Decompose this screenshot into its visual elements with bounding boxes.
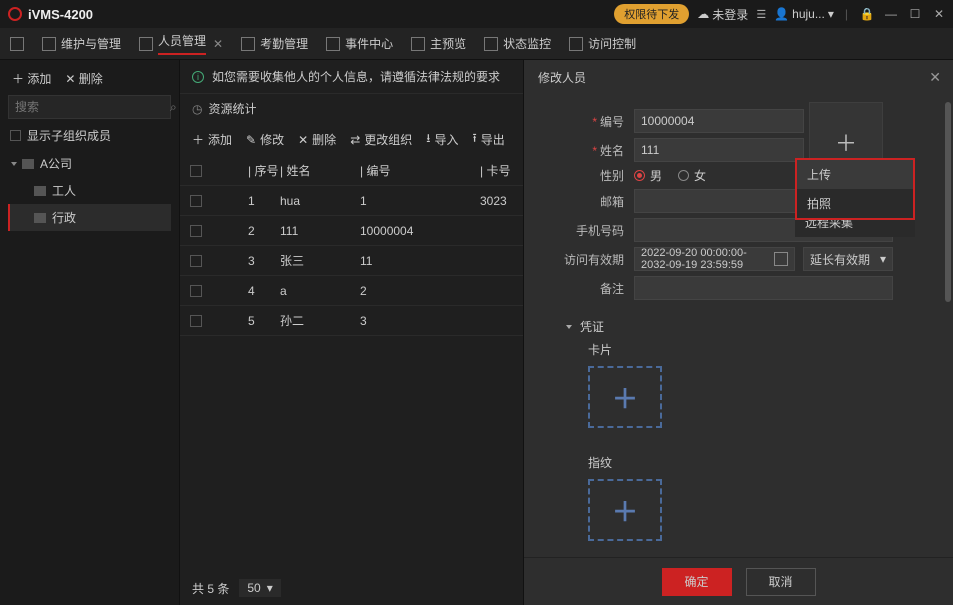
card-label: 卡片: [524, 341, 953, 358]
upload-option[interactable]: 上传: [797, 160, 913, 189]
org-search[interactable]: ⌕: [8, 95, 171, 119]
cloud-icon: ☁: [697, 7, 709, 21]
panel-scrollbar[interactable]: [945, 102, 951, 302]
capture-option[interactable]: 拍照: [797, 189, 913, 218]
field-label-remark: 备注: [524, 280, 634, 297]
menu-status-monitor[interactable]: 状态监控: [484, 35, 551, 52]
row-checkbox[interactable]: [190, 255, 202, 267]
app-title: iVMS-4200: [28, 7, 93, 22]
close-tab-icon[interactable]: ✕: [213, 37, 223, 51]
lock-icon[interactable]: 🔒: [859, 7, 875, 21]
titlebar: iVMS-4200 权限待下发 ☁未登录 ☰ 👤huju...▾ | 🔒 ― ☐…: [0, 0, 953, 28]
plus-icon: ＋: [835, 126, 857, 158]
folder-icon: [34, 186, 46, 196]
code-input[interactable]: [634, 109, 804, 133]
org-delete-button[interactable]: ✕ 删除: [65, 70, 102, 87]
gender-female-radio[interactable]: 女: [678, 167, 706, 184]
menubar: 维护与管理 人员管理✕ 考勤管理 事件中心 主预览 状态监控 访问控制: [0, 28, 953, 60]
person-add-button[interactable]: ＋ 添加: [192, 129, 232, 150]
list-icon[interactable]: ☰: [756, 8, 766, 21]
search-icon[interactable]: ⌕: [170, 100, 177, 115]
panel-close-button[interactable]: ✕: [929, 69, 941, 86]
gender-male-radio[interactable]: 男: [634, 167, 662, 184]
app-logo-icon: [8, 7, 22, 21]
calendar-icon[interactable]: [774, 252, 788, 266]
tree-child-workers[interactable]: 工人: [8, 177, 171, 204]
menu-access-control[interactable]: 访问控制: [569, 35, 636, 52]
panel-title: 修改人员: [538, 69, 586, 86]
field-label-email: 邮箱: [524, 193, 634, 210]
name-input[interactable]: [634, 138, 804, 162]
credential-section[interactable]: 凭证: [524, 318, 953, 335]
cancel-button[interactable]: 取消: [746, 568, 816, 596]
chevron-down-icon: [566, 325, 572, 329]
maximize-button[interactable]: ☐: [907, 7, 923, 21]
ok-button[interactable]: 确定: [662, 568, 732, 596]
permission-badge[interactable]: 权限待下发: [614, 4, 689, 24]
extend-validity-select[interactable]: 延长有效期▾: [803, 247, 893, 271]
field-label-gender: 性别: [524, 167, 634, 184]
left-pane: ＋ 添加 ✕ 删除 ⌕ 显示子组织成员 A公司 工人 行政: [0, 60, 180, 605]
person-delete-button[interactable]: ✕ 删除: [298, 129, 336, 150]
remark-input[interactable]: [634, 276, 893, 300]
row-checkbox[interactable]: [190, 195, 202, 207]
org-add-button[interactable]: ＋ 添加: [12, 70, 51, 87]
menu-maintenance[interactable]: 维护与管理: [42, 35, 121, 52]
add-fingerprint-button[interactable]: ＋: [588, 479, 662, 541]
field-label-name: 姓名: [524, 142, 634, 159]
page-size-select[interactable]: 50▾: [239, 579, 280, 597]
plus-icon: ＋: [612, 379, 638, 416]
person-export-button[interactable]: ⭱ 导出: [472, 129, 504, 150]
plus-icon: ＋: [612, 492, 638, 529]
folder-icon: [22, 159, 34, 169]
row-checkbox[interactable]: [190, 225, 202, 237]
edit-person-panel: 修改人员 ✕ ＋ 上传 拍照 远程采集 编号 姓名 性别 男 女 邮箱: [523, 60, 953, 605]
info-icon: i: [192, 71, 204, 83]
table-footer: 共 5 条 50▾: [192, 579, 281, 597]
minimize-button[interactable]: ―: [883, 7, 899, 21]
person-import-button[interactable]: ⭳ 导入: [426, 129, 458, 150]
add-card-button[interactable]: ＋: [588, 366, 662, 428]
show-sub-org-checkbox[interactable]: 显示子组织成员: [10, 127, 169, 144]
select-all-checkbox[interactable]: [190, 165, 202, 177]
org-search-input[interactable]: [15, 100, 170, 114]
menu-event-center[interactable]: 事件中心: [326, 35, 393, 52]
total-count: 共 5 条: [192, 580, 229, 597]
tree-child-admin[interactable]: 行政: [8, 204, 171, 231]
menu-main-preview[interactable]: 主预览: [411, 35, 466, 52]
field-label-phone: 手机号码: [524, 222, 634, 239]
user-menu[interactable]: 👤huju...▾: [774, 7, 834, 21]
field-label-code: 编号: [524, 113, 634, 130]
person-change-org-button[interactable]: ⇄ 更改组织: [350, 129, 412, 150]
menu-person-mgmt[interactable]: 人员管理✕: [139, 32, 223, 55]
user-icon: 👤: [774, 7, 789, 21]
valid-period-input[interactable]: 2022-09-20 00:00:00-2032-09-19 23:59:59: [634, 247, 795, 271]
folder-icon: [34, 213, 46, 223]
field-label-valid: 访问有效期: [524, 251, 634, 268]
menu-attendance[interactable]: 考勤管理: [241, 35, 308, 52]
tree-root[interactable]: A公司: [8, 150, 171, 177]
row-checkbox[interactable]: [190, 285, 202, 297]
person-edit-button[interactable]: ✎ 修改: [246, 129, 284, 150]
row-checkbox[interactable]: [190, 315, 202, 327]
menu-grid-icon[interactable]: [10, 37, 24, 51]
close-button[interactable]: ✕: [931, 7, 947, 21]
fingerprint-label: 指纹: [524, 454, 953, 471]
login-status[interactable]: ☁未登录: [697, 6, 748, 23]
upload-menu: 上传 拍照: [795, 158, 915, 220]
panel-header: 修改人员 ✕: [524, 60, 953, 94]
